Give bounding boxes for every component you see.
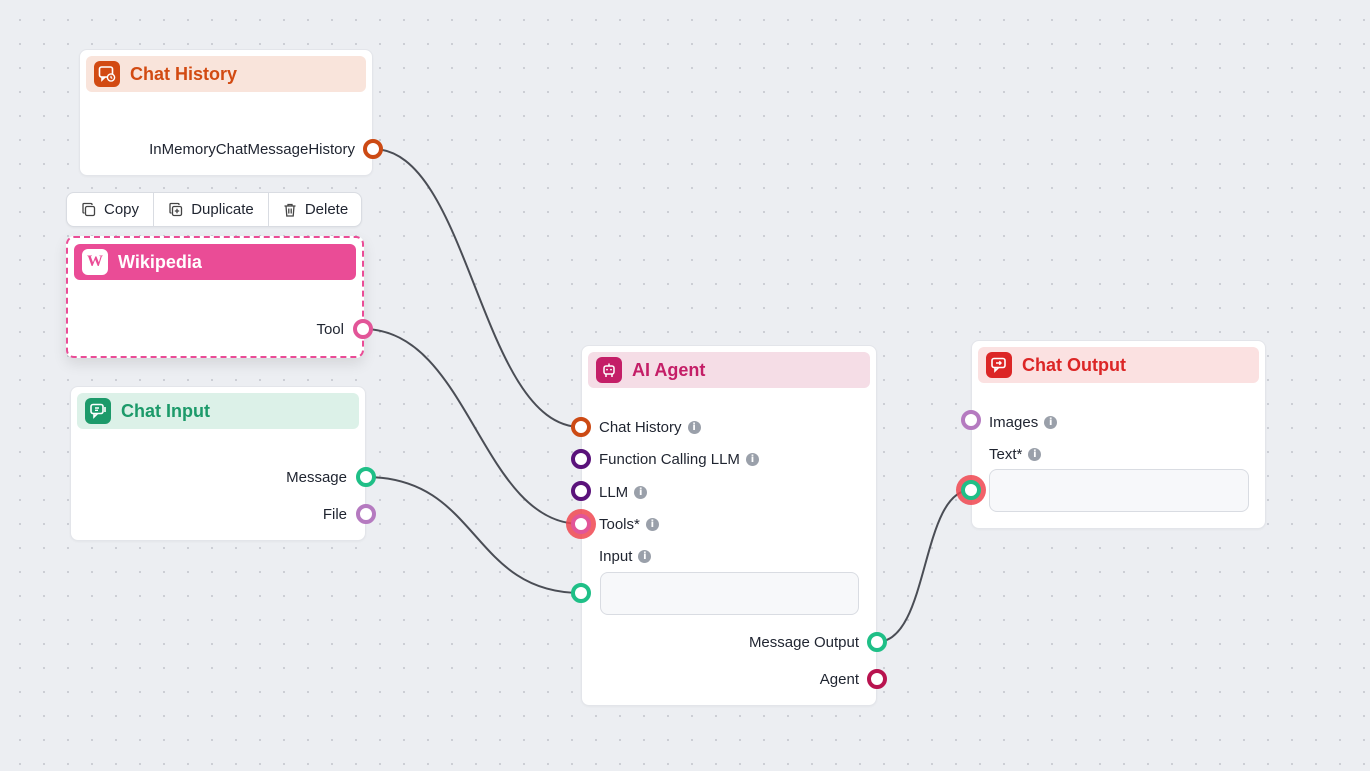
chat-history-input-handle[interactable] bbox=[571, 417, 591, 437]
copy-icon bbox=[82, 202, 96, 216]
message-clock-icon bbox=[94, 61, 120, 87]
output-label-message-output: Message Output bbox=[748, 634, 859, 651]
copy-label: Copy bbox=[103, 201, 140, 218]
text-input-handle[interactable] bbox=[961, 480, 981, 500]
output-label-agent: Agent bbox=[819, 671, 859, 688]
message-output-handle[interactable] bbox=[867, 632, 887, 652]
node-title: AI Agent bbox=[632, 359, 706, 380]
info-icon[interactable]: i bbox=[638, 550, 652, 563]
input-label-llm: LLM i bbox=[599, 484, 648, 501]
chat-input-node[interactable]: Chat Input Message File bbox=[70, 386, 366, 541]
agent-output-handle[interactable] bbox=[867, 669, 887, 689]
info-icon[interactable]: i bbox=[745, 453, 759, 466]
wikipedia-node[interactable]: W Wikipedia Tool bbox=[66, 236, 364, 358]
input-label-images: Images i bbox=[989, 414, 1058, 431]
bot-icon bbox=[596, 357, 622, 383]
info-icon[interactable]: i bbox=[687, 421, 701, 434]
input-textbox[interactable] bbox=[600, 572, 859, 615]
memory-output-handle[interactable] bbox=[363, 139, 383, 159]
text-textbox[interactable] bbox=[989, 469, 1249, 512]
duplicate-button[interactable]: Duplicate bbox=[154, 193, 269, 226]
message-output-icon bbox=[986, 352, 1012, 378]
message-output-handle[interactable] bbox=[356, 467, 376, 487]
chat-history-node[interactable]: Chat History InMemoryChatMessageHistory bbox=[79, 49, 373, 176]
ai-agent-header[interactable]: AI Agent bbox=[588, 352, 870, 388]
duplicate-label: Duplicate bbox=[191, 201, 254, 218]
message-input-icon bbox=[85, 398, 111, 424]
function-calling-llm-input-handle[interactable] bbox=[571, 449, 591, 469]
input-label-chat-history: Chat History i bbox=[599, 419, 701, 436]
tool-output-handle[interactable] bbox=[353, 319, 373, 339]
delete-button[interactable]: Delete bbox=[269, 193, 361, 226]
node-title: Wikipedia bbox=[118, 251, 202, 272]
file-output-handle[interactable] bbox=[356, 504, 376, 524]
copy-button[interactable]: Copy bbox=[67, 193, 154, 226]
input-label-input: Input i bbox=[599, 548, 652, 565]
chat-output-node[interactable]: Chat Output Images i Text* i bbox=[971, 340, 1266, 529]
info-icon[interactable]: i bbox=[1044, 416, 1058, 429]
edge-chat-input-to-agent-input[interactable] bbox=[365, 476, 582, 594]
wikipedia-header[interactable]: W Wikipedia bbox=[74, 244, 356, 280]
edge-agent-output-to-chat-output[interactable] bbox=[876, 489, 972, 643]
output-label-file: File bbox=[322, 506, 347, 523]
images-input-handle[interactable] bbox=[961, 410, 981, 430]
node-title: Chat Output bbox=[1022, 354, 1126, 375]
ai-agent-node[interactable]: AI Agent Chat History i Function Calling … bbox=[581, 345, 877, 706]
llm-input-handle[interactable] bbox=[571, 481, 591, 501]
tools-input-handle[interactable] bbox=[571, 514, 591, 534]
trash-icon bbox=[284, 203, 296, 217]
input-label-function-calling-llm: Function Calling LLM i bbox=[599, 451, 759, 468]
output-label-message: Message bbox=[286, 469, 347, 486]
chat-input-header[interactable]: Chat Input bbox=[77, 393, 359, 429]
info-icon[interactable]: i bbox=[634, 486, 648, 499]
input-input-handle[interactable] bbox=[571, 583, 591, 603]
input-label-tools: Tools* i bbox=[599, 516, 659, 533]
output-label-tool: Tool bbox=[316, 321, 344, 338]
output-label-memory: InMemoryChatMessageHistory bbox=[149, 141, 355, 158]
chat-output-header[interactable]: Chat Output bbox=[978, 347, 1259, 383]
edge-chat-history-to-agent[interactable] bbox=[372, 148, 582, 428]
node-title: Chat History bbox=[130, 63, 238, 84]
info-icon[interactable]: i bbox=[645, 518, 659, 531]
wikipedia-icon: W bbox=[82, 249, 108, 275]
input-label-text: Text* i bbox=[989, 446, 1042, 463]
delete-label: Delete bbox=[304, 201, 349, 218]
edge-wikipedia-tool-to-agent-tools[interactable] bbox=[362, 328, 582, 525]
node-toolbar: Copy Duplicate Delete bbox=[66, 192, 362, 227]
duplicate-icon bbox=[169, 202, 183, 216]
info-icon[interactable]: i bbox=[1028, 448, 1042, 461]
chat-history-header[interactable]: Chat History bbox=[86, 56, 366, 92]
node-title: Chat Input bbox=[121, 400, 210, 421]
